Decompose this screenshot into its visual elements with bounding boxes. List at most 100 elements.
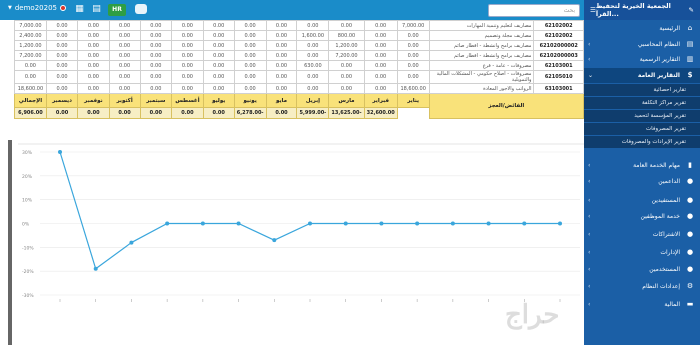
table-cell: 7,000.00 bbox=[396, 20, 430, 31]
table-cell: 1,600.00 bbox=[296, 30, 330, 41]
calculator-icon[interactable]: ▤ bbox=[91, 4, 102, 15]
table-cell: 0.00 bbox=[77, 50, 110, 61]
submenu-cost-centers[interactable]: تقرير مراكز التكلفة bbox=[584, 97, 700, 109]
sidebar-item-finance[interactable]: ‹ ▬ المالية bbox=[584, 297, 700, 312]
sidebar-item-users[interactable]: ‹ ● المستخدمين bbox=[584, 262, 700, 277]
table-row[interactable]: 0.00 0.00 0.00 0.00 0.00 0.00 0.00 0.00 0.00 0.00… bbox=[14, 70, 584, 84]
total-cell: 13,625.00- bbox=[328, 107, 365, 119]
table-cell: 0.00 bbox=[108, 20, 141, 31]
sidebar-item-employees[interactable]: ‹ ● خدمة الموظفين bbox=[584, 209, 700, 224]
hr-button[interactable]: HR bbox=[108, 4, 126, 16]
table-cell: 800.00 bbox=[328, 30, 365, 41]
row-code: 62103001 bbox=[533, 60, 584, 71]
table-cell: 0.00 bbox=[296, 40, 330, 51]
sidebar-item-accounting[interactable]: ‹ ▤ النظام المحاسبي bbox=[584, 37, 700, 52]
column-header-month: يوليو bbox=[202, 93, 235, 108]
users-icon: ● bbox=[686, 265, 694, 273]
total-cell: 6,906.00 bbox=[14, 107, 47, 119]
flag-icon bbox=[59, 5, 66, 11]
table-row[interactable]: 0.00 0.00 0.00 0.00 0.00 0.00 0.00 0.00 0.00 630.… bbox=[14, 60, 584, 71]
sidebar-item-supporters[interactable]: ‹ ● الداعمين bbox=[584, 174, 700, 189]
data-point bbox=[415, 221, 420, 226]
submenu-revenue-expenses-report[interactable]: تقرير الإيرادات والمصروفات bbox=[584, 136, 700, 148]
table-cell: 1,200.00 bbox=[328, 40, 365, 51]
table-row[interactable]: 1,200.00 0.00 0.00 0.00 0.00 0.00 0.00 0.00 0.00… bbox=[14, 40, 584, 51]
sidebar-item-general-reports[interactable]: ⌄ $ التقارير العامة bbox=[584, 68, 700, 83]
y-tick-label: 0% bbox=[22, 222, 30, 228]
y-tick-label: -20% bbox=[22, 269, 34, 275]
data-point bbox=[522, 221, 527, 226]
sidebar-item-label: المستخدمين bbox=[649, 266, 680, 273]
table-cell: 0.00 bbox=[77, 20, 110, 31]
data-point bbox=[272, 238, 277, 243]
table-cell: 0.00 bbox=[265, 40, 298, 51]
sidebar-item-label: خدمة الموظفين bbox=[640, 213, 680, 220]
submenu-institution-report[interactable]: تقرير المؤسسة لتحميد bbox=[584, 110, 700, 122]
submenu-expenses-report[interactable]: تقرير المصروفات bbox=[584, 123, 700, 135]
y-tick-label: 20% bbox=[22, 174, 33, 180]
data-point bbox=[129, 240, 134, 245]
users-icon: ● bbox=[686, 177, 694, 185]
table-row[interactable]: 7,000.00 0.00 0.00 0.00 0.00 0.00 0.00 0.00 0.00… bbox=[14, 20, 584, 31]
table-cell: 0.00 bbox=[363, 50, 398, 61]
chevron-down-icon: ▼ bbox=[8, 5, 12, 11]
data-point bbox=[308, 221, 312, 226]
column-header-month: مايو bbox=[265, 93, 298, 108]
total-cell: 0.00 bbox=[139, 107, 173, 119]
report-table: 7,000.00 0.00 0.00 0.00 0.00 0.00 0.00 0.00 0.00… bbox=[14, 20, 585, 119]
gear-icon: ⚙ bbox=[686, 282, 694, 290]
column-header-month: أغسطس bbox=[171, 93, 204, 108]
table-cell: 0.00 bbox=[45, 83, 79, 94]
table-cell: 0.00 bbox=[108, 60, 141, 71]
row-description: مصاريف برامج وانشطة - افطار صائم bbox=[428, 40, 535, 51]
table-cell: 0.00 bbox=[45, 50, 79, 61]
sidebar-item-label: التقارير العامة bbox=[637, 72, 680, 79]
row-code: 62105010 bbox=[533, 70, 584, 84]
sidebar-item-label: الداعمين bbox=[658, 178, 680, 185]
table-row[interactable]: 2,400.00 0.00 0.00 0.00 0.00 0.00 0.00 0.00 0.00… bbox=[14, 30, 584, 41]
data-point bbox=[343, 221, 348, 226]
total-cell: 0.00 bbox=[108, 107, 141, 119]
search-input[interactable]: بحث bbox=[488, 4, 580, 17]
calendar-icon[interactable]: ▦ bbox=[74, 4, 85, 15]
column-header-month: نوفمبر bbox=[77, 93, 110, 108]
sidebar-item-beneficiaries[interactable]: ‹ ● المستفيدين bbox=[584, 193, 700, 208]
table-cell: 0.00 bbox=[171, 20, 204, 31]
sidebar-item-official-reports[interactable]: ‹ ▥ التقارير الرسمية bbox=[584, 52, 700, 67]
table-cell: 0.00 bbox=[139, 70, 173, 84]
y-tick-label: 30% bbox=[22, 150, 33, 156]
table-cell: 0.00 bbox=[396, 40, 430, 51]
total-cell: 0.00 bbox=[45, 107, 79, 119]
table-cell: 0.00 bbox=[202, 83, 235, 94]
table-cell: 0.00 bbox=[139, 83, 173, 94]
table-cell: 0.00 bbox=[396, 70, 430, 84]
sidebar-item-general-service[interactable]: ‹ ▮ مهام الخدمة العامة bbox=[584, 158, 700, 173]
column-header-month: يناير bbox=[396, 93, 430, 108]
table-cell: 2,400.00 bbox=[14, 30, 47, 41]
table-cell: 0.00 bbox=[265, 83, 298, 94]
table-cell: 0.00 bbox=[77, 70, 110, 84]
table-cell: 0.00 bbox=[171, 50, 204, 61]
table-cell: 0.00 bbox=[233, 40, 267, 51]
column-header-total: الإجمالي bbox=[14, 93, 47, 108]
sidebar-item-departments[interactable]: ‹ ● الإدارات bbox=[584, 245, 700, 260]
user-menu[interactable]: ▼ demo20205 bbox=[8, 4, 66, 12]
table-cell: 0.00 bbox=[202, 30, 235, 41]
chat-icon[interactable] bbox=[135, 4, 147, 14]
sidebar-item-subscriptions[interactable]: ‹ ● الاشتراكات bbox=[584, 227, 700, 242]
table-cell: 0.00 bbox=[265, 50, 298, 61]
username: demo20205 bbox=[14, 4, 57, 12]
sidebar-item-settings[interactable]: ‹ ⚙ إعدادات النظام bbox=[584, 279, 700, 294]
watermark-logo: حراج bbox=[505, 300, 561, 330]
data-point bbox=[165, 221, 170, 226]
pen-icon[interactable]: ✎ bbox=[689, 6, 694, 14]
table-row[interactable]: 18,600.00 0.00 0.00 0.00 0.00 0.00 0.00 0.00 0.0… bbox=[14, 83, 584, 94]
row-code: 62102000003 bbox=[533, 50, 584, 61]
submenu-statistical-reports[interactable]: تقارير احصائية bbox=[584, 84, 700, 96]
table-row[interactable]: 7,200.00 0.00 0.00 0.00 0.00 0.00 0.00 0.00 0.00… bbox=[14, 50, 584, 61]
table-cell: 0.00 bbox=[265, 60, 298, 71]
table-cell: 0.00 bbox=[296, 20, 330, 31]
sidebar-item-home[interactable]: ⌂ الرئيسية bbox=[584, 21, 700, 36]
table-cell: 0.00 bbox=[45, 20, 79, 31]
surplus-deficit-label: الفائض/العجز bbox=[428, 93, 585, 119]
